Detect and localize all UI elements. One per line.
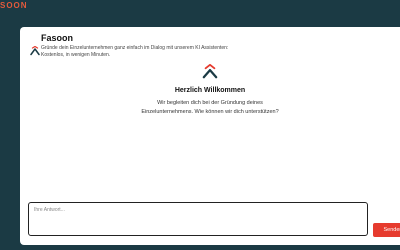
welcome-title: Herzlich Willkommen xyxy=(174,87,246,94)
chat-header: Fasoon Gründe dein Einzelunternehmen gan… xyxy=(30,33,390,59)
answer-box xyxy=(28,202,368,236)
brand-name: Fasoon xyxy=(41,33,74,43)
fasoon-logo-icon xyxy=(30,46,40,56)
welcome-section: Herzlich Willkommen Wir begleiten dich b… xyxy=(20,63,400,117)
tagline: Gründe dein Einzelunternehmen ganz einfa… xyxy=(41,45,229,58)
answer-input[interactable] xyxy=(29,203,367,235)
fasoon-logo-icon xyxy=(202,63,218,79)
welcome-text: Wir begleiten dich bei der Gründung dein… xyxy=(141,100,279,115)
header-text: Fasoon Gründe dein Einzelunternehmen gan… xyxy=(41,33,231,59)
send-button[interactable]: Senden xyxy=(373,223,400,237)
header-row: Fasoon Gründe dein Einzelunternehmen gan… xyxy=(30,33,390,59)
chat-card: Fasoon Gründe dein Einzelunternehmen gan… xyxy=(20,27,400,245)
top-brand-text: SOON xyxy=(0,1,28,10)
